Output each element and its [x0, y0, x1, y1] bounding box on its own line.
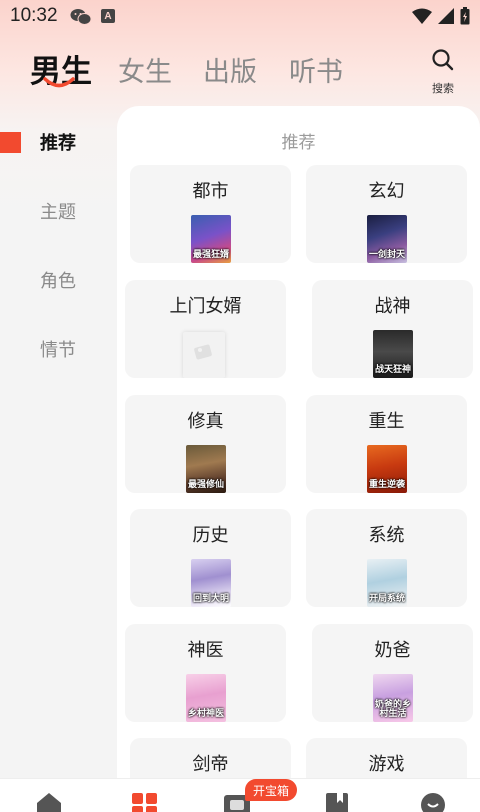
category-label: 系统 — [368, 525, 405, 546]
sidebar-item-label: 主题 — [40, 202, 76, 223]
sidebar-item-plot[interactable]: 情节 — [0, 329, 117, 369]
battery-icon — [460, 7, 470, 25]
active-marker — [0, 132, 21, 153]
cover-title: 回到大明 — [192, 594, 229, 604]
book-cover: 一剑封天 — [367, 215, 407, 263]
wifi-icon — [412, 8, 432, 24]
category-card-fantasy[interactable]: 玄幻 一剑封天 — [306, 165, 467, 263]
book-cover: 最强修仙 — [186, 445, 226, 493]
cover-title: 最强狂婿 — [192, 250, 229, 260]
book-cover: 开局系统 — [367, 559, 407, 607]
cover-title: 重生逆袭 — [368, 480, 405, 490]
category-card-game[interactable]: 游戏 — [306, 738, 467, 778]
category-card-doctor[interactable]: 神医 乡村神医 — [125, 624, 286, 722]
sidebar-item-label: 情节 — [40, 340, 76, 361]
category-label: 战神 — [374, 296, 411, 317]
sidebar-item-label: 角色 — [40, 271, 76, 292]
mine-icon[interactable] — [418, 791, 448, 812]
book-cover-placeholder — [183, 332, 225, 378]
search-button[interactable]: 搜索 — [424, 48, 462, 95]
category-card-history[interactable]: 历史 回到大明 — [130, 509, 291, 607]
cover-title: 一剑封天 — [368, 250, 405, 260]
category-label: 玄幻 — [368, 181, 405, 202]
image-placeholder-icon — [194, 344, 212, 360]
bookshelf-icon[interactable] — [322, 791, 352, 812]
search-icon — [431, 48, 455, 76]
status-time: 10:32 — [10, 5, 58, 26]
category-label: 剑帝 — [192, 754, 229, 775]
cover-title: 最强修仙 — [187, 480, 224, 490]
panel-title: 推荐 — [281, 133, 316, 153]
home-icon[interactable] — [34, 791, 64, 812]
sidebar-item-recommend[interactable]: 推荐 — [0, 122, 117, 162]
tab-audiobook[interactable]: 听书 — [289, 50, 343, 89]
book-cover: 奶爸的乡村生活 — [373, 674, 413, 722]
category-label: 都市 — [192, 181, 229, 202]
a-icon: A — [101, 9, 115, 23]
category-label: 历史 — [192, 525, 229, 546]
book-cover: 重生逆袭 — [367, 445, 407, 493]
sidebar-item-role[interactable]: 角色 — [0, 260, 117, 300]
wechat-icon — [70, 8, 92, 26]
tab-female[interactable]: 女生 — [118, 50, 172, 89]
category-label: 上门女婿 — [169, 296, 242, 317]
category-card-system[interactable]: 系统 开局系统 — [306, 509, 467, 607]
open-treasure-badge[interactable]: 开宝箱 — [245, 779, 298, 801]
search-label: 搜索 — [432, 82, 454, 95]
book-cover: 最强狂婿 — [191, 215, 231, 263]
sidebar-item-theme[interactable]: 主题 — [0, 191, 117, 231]
category-icon[interactable] — [130, 791, 160, 812]
cover-title: 开局系统 — [368, 594, 405, 604]
category-card-son-in-law[interactable]: 上门女婿 — [125, 280, 286, 378]
category-card-rebirth[interactable]: 重生 重生逆袭 — [306, 395, 467, 493]
category-card-urban[interactable]: 都市 最强狂婿 — [130, 165, 291, 263]
category-label: 奶爸 — [374, 640, 411, 661]
bottom-nav — [0, 778, 480, 812]
category-card-war-god[interactable]: 战神 战天狂神 — [312, 280, 473, 378]
category-label: 神医 — [187, 640, 224, 661]
category-sidebar: 推荐 主题 角色 情节 — [0, 106, 117, 778]
category-card-sword-emperor[interactable]: 剑帝 — [130, 738, 291, 778]
category-card-cultivation[interactable]: 修真 最强修仙 — [125, 395, 286, 493]
cover-title: 战天狂神 — [374, 365, 411, 375]
signal-icon — [438, 8, 454, 24]
status-bar: 10:32 A — [0, 0, 480, 34]
book-cover: 乡村神医 — [186, 674, 226, 722]
cover-title: 奶爸的乡村生活 — [374, 700, 411, 719]
top-tabs: 男生 女生 出版 听书 — [0, 44, 480, 100]
cover-title: 乡村神医 — [187, 709, 224, 719]
tab-publish[interactable]: 出版 — [203, 50, 257, 89]
book-cover: 回到大明 — [191, 559, 231, 607]
category-panel: 推荐 都市 最强狂婿 玄幻 一剑封天 上门女婿 战神 战天狂神 修真 最强修仙 … — [117, 106, 480, 778]
active-tab-smile-indicator — [43, 77, 75, 88]
sidebar-item-label: 推荐 — [40, 133, 76, 154]
category-label: 修真 — [187, 411, 224, 432]
book-cover: 战天狂神 — [373, 330, 413, 378]
category-card-dad[interactable]: 奶爸 奶爸的乡村生活 — [312, 624, 473, 722]
category-label: 重生 — [368, 411, 405, 432]
category-label: 游戏 — [368, 754, 405, 775]
